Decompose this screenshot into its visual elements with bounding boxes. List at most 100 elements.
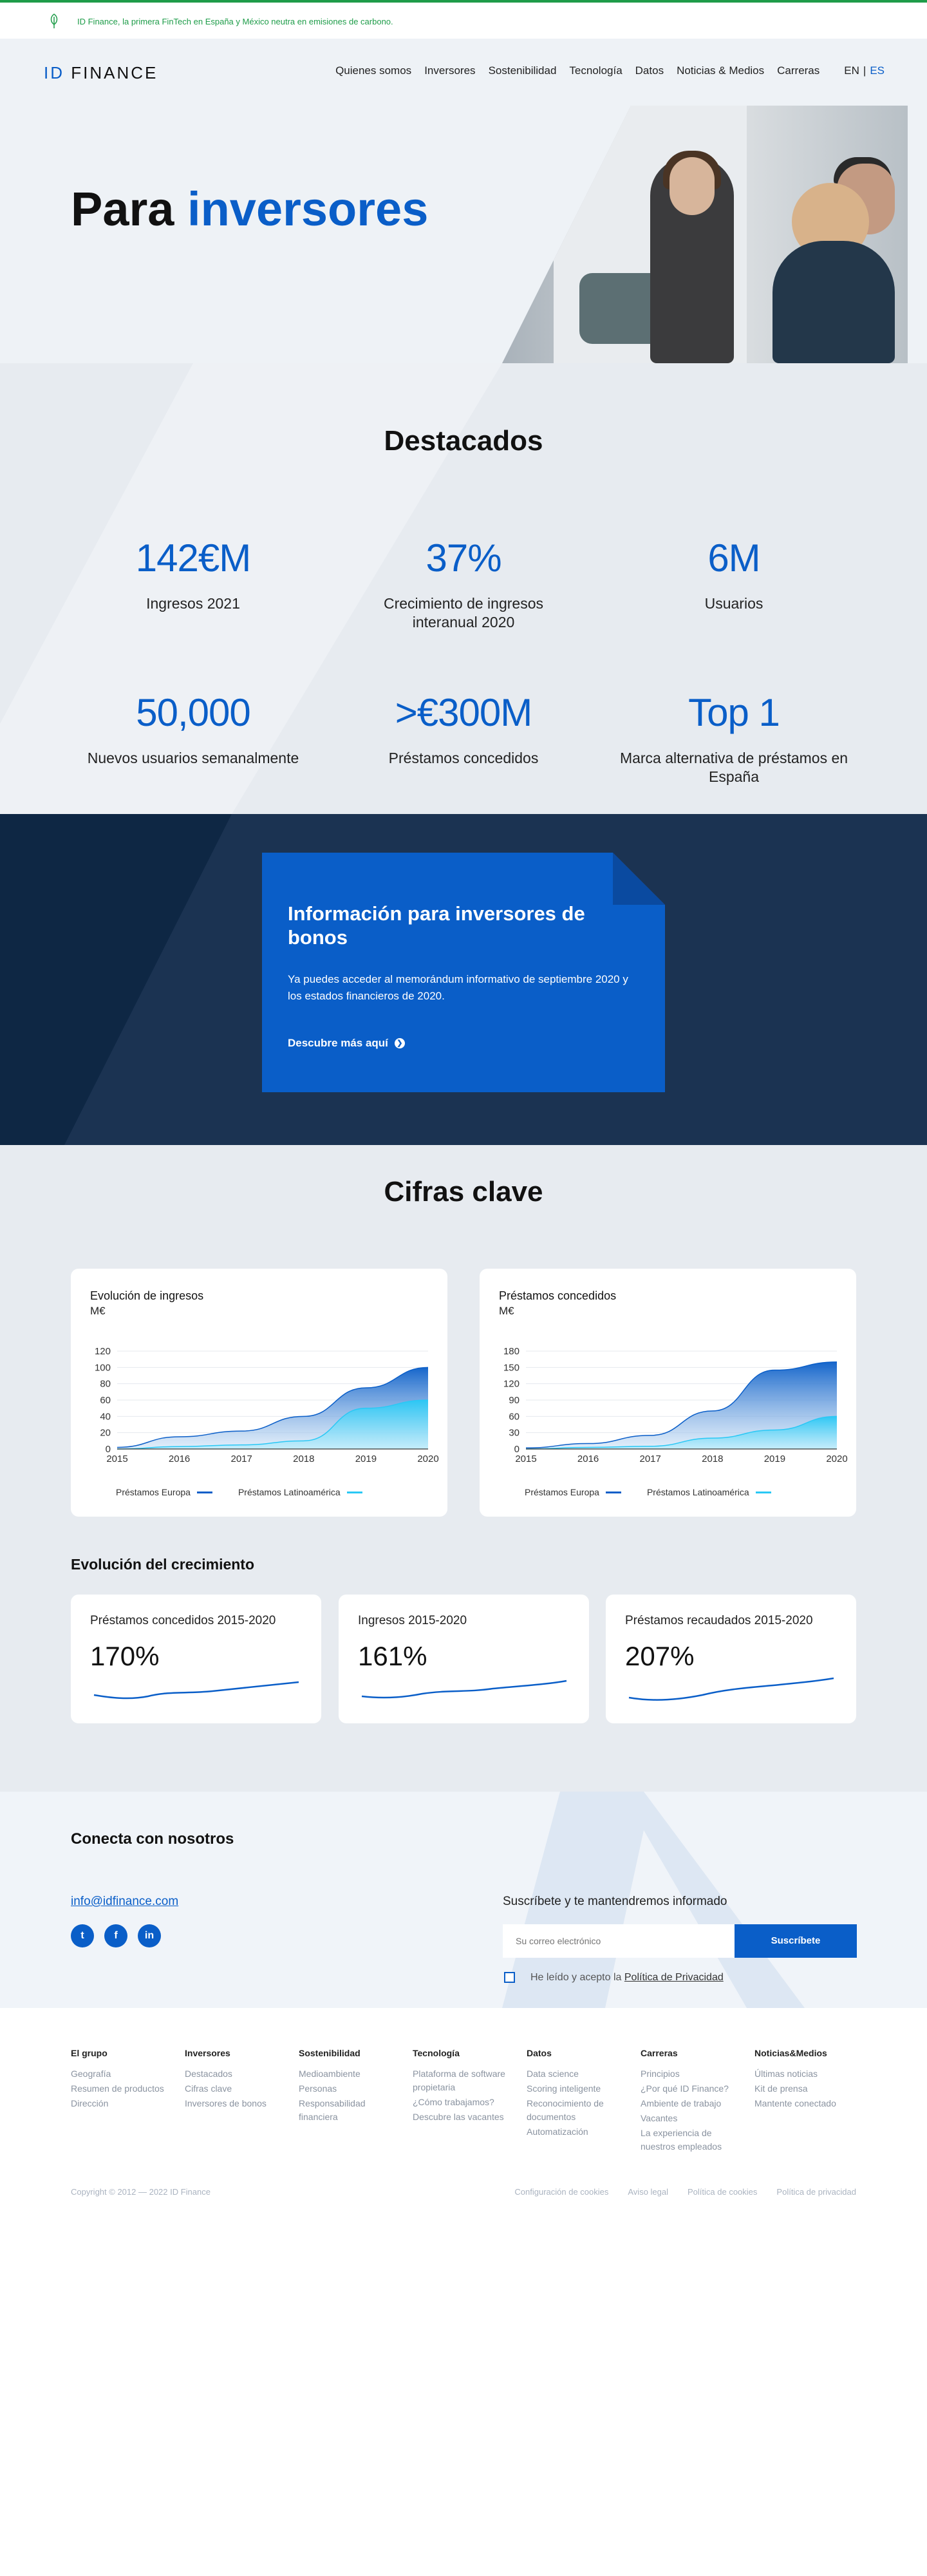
hero-photo — [502, 106, 908, 363]
nav-item-inversores[interactable]: Inversores — [424, 64, 475, 77]
y-tick-label: 60 — [100, 1395, 111, 1406]
nav-links: Quienes somos Inversores Sostenibilidad … — [335, 64, 885, 77]
footer-link[interactable]: Reconocimiento de documentos — [527, 2097, 617, 2124]
stat-growth: 37% Crecimiento de ingresos interanual 2… — [383, 536, 543, 630]
email-field[interactable] — [503, 1924, 735, 1958]
footer-link[interactable]: Cifras clave — [185, 2082, 294, 2096]
subscribe-button[interactable]: Suscríbete — [735, 1924, 857, 1958]
footer-link[interactable]: ¿Cómo trabajamos? — [413, 2096, 509, 2109]
x-tick-label: 2018 — [702, 1454, 723, 1464]
bond-info-card: Información para inversores de bonos Ya … — [262, 853, 665, 1092]
footer-link[interactable]: Últimas noticias — [754, 2067, 857, 2081]
x-tick-label: 2015 — [106, 1454, 127, 1464]
x-tick-label: 2019 — [355, 1454, 377, 1464]
footer-link[interactable]: Descubre las vacantes — [413, 2110, 509, 2124]
chart-unit: M€ — [90, 1305, 106, 1317]
legal-notice-link[interactable]: Aviso legal — [628, 2187, 668, 2197]
stat-brand: Top 1 Marca alternativa de préstamos en … — [619, 691, 848, 785]
privacy-policy-link[interactable]: Política de privacidad — [776, 2187, 856, 2197]
nav-item-sostenibilidad[interactable]: Sostenibilidad — [489, 64, 557, 77]
linkedin-icon[interactable]: in — [138, 1924, 161, 1947]
chart-legend: Préstamos Europa Préstamos Latinoamérica — [525, 1487, 771, 1497]
footer-link[interactable]: Geografía — [71, 2067, 180, 2081]
twitter-icon[interactable]: t — [71, 1924, 94, 1947]
sparkline — [361, 1680, 567, 1699]
banner-text: ID Finance, la primera FinTech en España… — [77, 17, 393, 26]
y-tick-label: 100 — [95, 1362, 111, 1373]
footer-link[interactable]: Principios — [641, 2067, 737, 2081]
chart-unit: M€ — [499, 1305, 514, 1317]
footer-link[interactable]: Dirección — [71, 2097, 180, 2110]
social-links: t f in — [71, 1924, 161, 1947]
footer-link[interactable]: Ambiente de trabajo — [641, 2097, 737, 2110]
stat-revenue: 142€M Ingresos 2021 — [135, 536, 251, 612]
bond-card-title: Información para inversores de bonos — [288, 902, 585, 949]
x-tick-label: 2017 — [231, 1454, 252, 1464]
footer-link[interactable]: Automatización — [527, 2125, 617, 2139]
footer-link[interactable]: Mantente conectado — [754, 2097, 857, 2110]
growth-card-raised: Préstamos recaudados 2015-2020 207% — [606, 1595, 856, 1723]
x-tick-label: 2020 — [417, 1454, 438, 1464]
nav-item-datos[interactable]: Datos — [635, 64, 664, 77]
facebook-icon[interactable]: f — [104, 1924, 127, 1947]
id-finance-logo[interactable]: ID FINANCE — [44, 63, 158, 83]
nav-item-quienes-somos[interactable]: Quienes somos — [335, 64, 411, 77]
y-tick-label: 90 — [509, 1395, 520, 1406]
legend-europe: Préstamos Europa — [525, 1487, 599, 1497]
footer-link[interactable]: Vacantes — [641, 2112, 737, 2125]
footer-col-inversores: Inversores Destacados Cifras clave Inver… — [185, 2048, 294, 2112]
footer-link[interactable]: Inversores de bonos — [185, 2097, 294, 2110]
y-tick-label: 180 — [503, 1346, 520, 1357]
chart-legend: Préstamos Europa Préstamos Latinoamérica — [116, 1487, 362, 1497]
footer-link[interactable]: Destacados — [185, 2067, 294, 2081]
legal-links: Configuración de cookies Aviso legal Pol… — [514, 2187, 856, 2197]
x-tick-label: 2016 — [169, 1454, 190, 1464]
footer-col-tecnologia: Tecnología Plataforma de software propie… — [413, 2048, 509, 2125]
nav-item-carreras[interactable]: Carreras — [777, 64, 819, 77]
discover-more-link[interactable]: Descubre más aquí ❯ — [288, 1037, 405, 1050]
footer-link[interactable]: Personas — [299, 2082, 382, 2096]
revenue-chart: 0204060801001202015 2016 2017 2018 2019 2020 — [95, 1346, 439, 1464]
growth-title: Evolución del crecimiento — [71, 1556, 255, 1573]
x-tick-label: 2018 — [293, 1454, 314, 1464]
footer-link[interactable]: Responsabilidad financiera — [299, 2097, 382, 2124]
footer-link[interactable]: Medioambiente — [299, 2067, 382, 2081]
chevron-right-circle-icon: ❯ — [394, 1038, 405, 1048]
footer-link[interactable]: Plataforma de software propietaria — [413, 2067, 509, 2094]
bond-card-text: Ya puedes acceder al memorándum informat… — [288, 973, 628, 1002]
x-tick-label: 2017 — [640, 1454, 661, 1464]
footer-link[interactable]: Kit de prensa — [754, 2082, 857, 2096]
footer-link[interactable]: ¿Por qué ID Finance? — [641, 2082, 737, 2096]
cookie-settings-link[interactable]: Configuración de cookies — [514, 2187, 608, 2197]
footer-col-grupo: El grupo Geografía Resumen de productos … — [71, 2048, 180, 2112]
revenue-chart-card: 0 20 40 60 80 100 120 2015 2016 2017 2018 2019 2020 … — [71, 1269, 447, 1517]
nav-item-tecnologia[interactable]: Tecnología — [569, 64, 622, 77]
privacy-policy-link[interactable]: Política de Privacidad — [624, 1972, 724, 1983]
footer-link[interactable]: Resumen de productos — [71, 2082, 180, 2096]
key-figures-section: Cifras clave 0 20 40 60 80 100 120 2015 2016 2017… — [0, 1145, 927, 1792]
carbon-neutral-banner: ID Finance, la primera FinTech en España… — [0, 0, 927, 39]
footer-col-sostenibilidad: Sostenibilidad Medioambiente Personas Re… — [299, 2048, 382, 2125]
stat-users: 6M Usuarios — [704, 536, 763, 612]
footer-col-carreras: Carreras Principios ¿Por qué ID Finance?… — [641, 2048, 737, 2155]
footer-link[interactable]: Scoring inteligente — [527, 2082, 617, 2096]
legend-latam: Préstamos Latinoamérica — [238, 1487, 341, 1497]
x-tick-label: 2019 — [764, 1454, 785, 1464]
y-tick-label: 30 — [509, 1428, 520, 1439]
lang-en[interactable]: EN — [844, 64, 859, 77]
footer-col-noticias: Noticias&Medios Últimas noticias Kit de … — [754, 2048, 857, 2112]
nav-item-noticias[interactable]: Noticias & Medios — [677, 64, 764, 77]
footer-link[interactable]: La experiencia de nuestros empleados — [641, 2126, 737, 2154]
highlights-title: Destacados — [384, 425, 543, 457]
privacy-label: He leído y acepto la Política de Privaci… — [530, 1972, 724, 1983]
lang-es[interactable]: ES — [870, 64, 885, 77]
bond-investors-section: Información para inversores de bonos Ya … — [0, 814, 927, 1145]
footer-link[interactable]: Data science — [527, 2067, 617, 2081]
x-tick-label: 2020 — [826, 1454, 847, 1464]
privacy-checkbox[interactable] — [504, 1972, 515, 1983]
cookie-policy-link[interactable]: Política de cookies — [688, 2187, 757, 2197]
y-tick-label: 60 — [509, 1411, 520, 1422]
chart-title: Préstamos concedidos — [499, 1289, 617, 1302]
contact-email-link[interactable]: info@idfinance.com — [71, 1895, 178, 1909]
stat-weekly-users: 50,000 Nuevos usuarios semanalmente — [87, 691, 299, 766]
